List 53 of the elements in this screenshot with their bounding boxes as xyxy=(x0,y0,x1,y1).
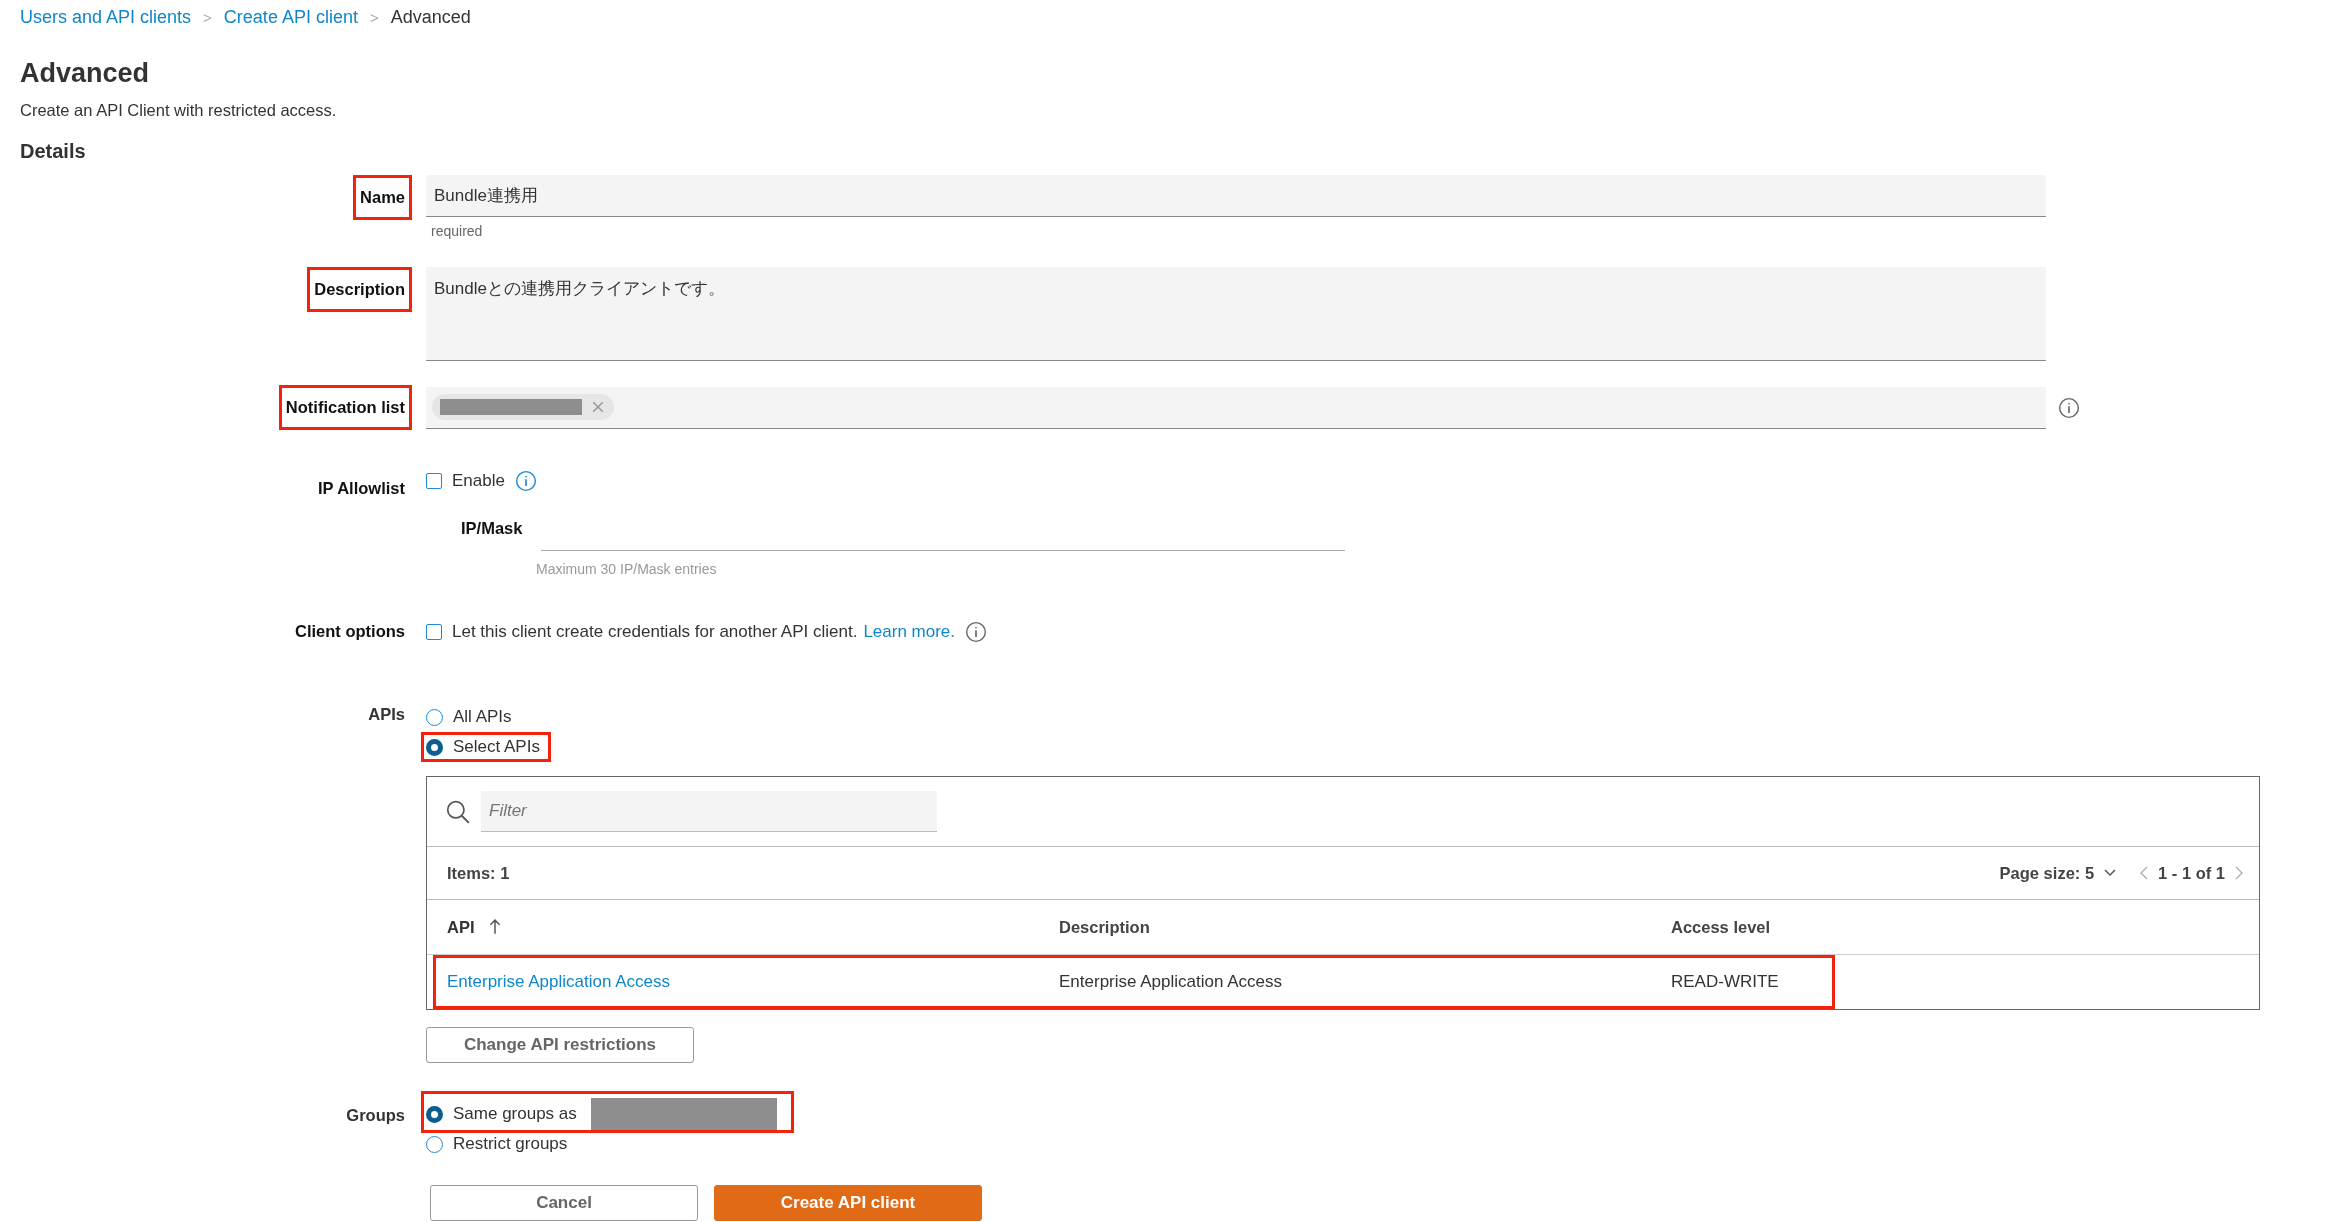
page-range: 1 - 1 of 1 xyxy=(2158,863,2225,883)
radio-option[interactable]: Same groups as xyxy=(421,1091,794,1133)
table-cell: Enterprise Application Access xyxy=(1059,972,1282,991)
checkbox[interactable] xyxy=(426,624,442,640)
info-icon[interactable] xyxy=(514,470,537,492)
field-label: Description xyxy=(307,267,412,312)
close-icon[interactable] xyxy=(592,401,604,413)
breadcrumb-link[interactable]: Create API client xyxy=(223,6,358,28)
field-label: Client options xyxy=(294,621,406,642)
chevron-right-icon[interactable] xyxy=(2235,866,2243,880)
field-label: Groups xyxy=(345,1105,406,1126)
recipient-chip[interactable] xyxy=(432,394,614,420)
checkbox[interactable] xyxy=(426,473,442,489)
radio-button[interactable] xyxy=(426,738,443,756)
checkbox-label: Enable xyxy=(452,471,505,491)
table-cell: READ-WRITE xyxy=(1671,972,1779,991)
field-hint: Maximum 30 IP/Mask entries xyxy=(536,561,718,577)
chevron-left-icon[interactable] xyxy=(2140,866,2149,880)
info-icon[interactable] xyxy=(965,621,988,643)
description-field[interactable]: Bundleとの連携用クライアントです。 xyxy=(426,267,2046,361)
checkbox-label: Let this client create credentials for another API client. xyxy=(452,622,858,642)
sort-arrow-icon[interactable] xyxy=(488,919,501,935)
radio-option[interactable]: All APIs xyxy=(421,702,523,732)
radio-option[interactable]: Select APIs xyxy=(421,732,551,762)
breadcrumb-link[interactable]: Users and API clients xyxy=(20,6,192,28)
column-header[interactable]: Description xyxy=(1059,917,1150,937)
field-label: Notification list xyxy=(278,385,412,430)
field-label: IP/Mask xyxy=(460,518,524,539)
breadcrumb-separator: > xyxy=(203,8,212,26)
info-icon[interactable] xyxy=(2058,396,2080,419)
column-header[interactable]: Access level xyxy=(1671,917,1771,937)
search-icon xyxy=(445,798,471,825)
field-label: APIs xyxy=(367,704,406,725)
cancel-button[interactable]: Cancel xyxy=(430,1185,698,1221)
notification-field[interactable] xyxy=(426,386,2046,429)
field-hint: required xyxy=(431,223,484,239)
field-label: Name xyxy=(353,175,412,220)
page-size-dropdown[interactable]: Page size: 5 xyxy=(1999,863,2095,883)
column-header[interactable]: API xyxy=(447,917,501,937)
section-title: Details xyxy=(20,140,87,163)
page-subtitle: Create an API Client with restricted access. xyxy=(20,101,338,120)
chevron-down-icon[interactable] xyxy=(2104,869,2117,877)
api-link[interactable]: Enterprise Application Access xyxy=(447,972,670,991)
radio-button[interactable] xyxy=(426,1105,443,1123)
filter-field[interactable]: Filter xyxy=(481,791,937,832)
name-field[interactable]: Bundle連携用 xyxy=(426,175,2046,217)
breadcrumb-current: Advanced xyxy=(390,6,471,28)
items-count: Items: 1 xyxy=(447,863,510,883)
change-restrictions-button[interactable]: Change API restrictions xyxy=(426,1027,694,1063)
field-label: IP Allowlist xyxy=(316,478,406,499)
page-title: Advanced xyxy=(20,58,151,89)
breadcrumb-separator: > xyxy=(369,8,379,26)
learn-more-link[interactable]: Learn more. xyxy=(863,622,956,642)
